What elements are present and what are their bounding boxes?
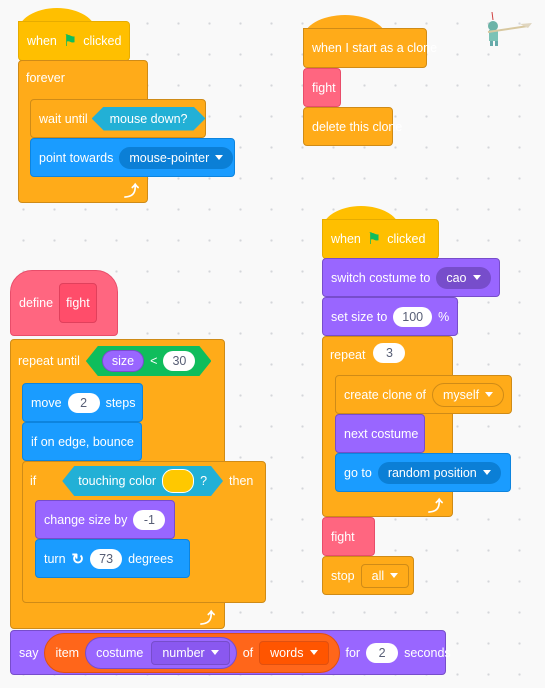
label: myself [443,387,480,402]
label: costume [96,645,144,660]
label: repeat [330,348,366,362]
label: clicked [83,34,122,48]
loop-arrow-icon: ⤴ [124,183,140,200]
label: degrees [128,551,174,566]
size-input[interactable]: 100 [393,306,433,327]
label: switch costume to [331,270,431,285]
turn-block[interactable]: turn ↻ 73 degrees [35,539,190,578]
change-size-block[interactable]: change size by -1 [35,500,175,539]
set-size-block[interactable]: set size to 100 % [322,297,458,336]
say-for-seconds-block[interactable]: say item costume number of words for 2 s… [10,630,451,675]
label: fight [312,80,336,95]
stop-block[interactable]: stop all [322,556,414,595]
label: random position [387,465,477,480]
delete-clone-block[interactable]: delete this clone [303,107,402,146]
label: steps [105,395,136,410]
label: fight [66,296,90,310]
seconds-input[interactable]: 2 [366,642,399,663]
loop-arrow-icon: ⤴ [200,610,216,627]
label: define [19,296,54,310]
label: set size to [331,309,388,324]
label: when I start as a clone [312,41,438,55]
green-flag-icon: ⚑ [62,33,78,50]
go-to-block[interactable]: go to random position [335,453,511,492]
label: repeat until [18,354,80,368]
point-towards-block[interactable]: point towards mouse-pointer [30,138,235,177]
limit-input[interactable]: 30 [163,351,195,371]
forever-label: forever [26,71,65,85]
stop-option-dropdown[interactable]: all [360,563,410,588]
less-than-operator[interactable]: size < 30 [86,346,212,376]
costume-dropdown[interactable]: cao [436,266,491,289]
label: stop [331,568,355,583]
label: seconds [404,645,451,660]
label: number [162,645,205,660]
label: if [30,474,37,488]
label: mouse down? [109,111,188,126]
loop-arrow-icon: ⤴ [428,498,444,515]
label: all [371,568,385,583]
repeat-count-input[interactable]: 3 [373,343,406,363]
label: move [31,395,62,410]
bounce-block[interactable]: if on edge, bounce [22,422,142,461]
when-flag-clicked-block[interactable]: when ⚑ clicked [322,219,439,259]
rotate-clockwise-icon: ↻ [71,550,85,568]
when-start-as-clone-block[interactable]: when I start as a clone [303,28,437,68]
label: wait until [39,111,88,126]
label: touching color [78,474,157,488]
create-clone-block[interactable]: create clone of myself [335,375,512,414]
label: when [27,34,57,48]
label: when [331,232,361,246]
label: then [229,474,254,488]
color-swatch[interactable] [162,469,194,493]
label: ? [200,474,208,488]
point-target-dropdown[interactable]: mouse-pointer [119,146,234,169]
item-of-list-reporter[interactable]: item costume number of words [44,632,340,673]
size-reporter[interactable]: size [102,350,144,372]
define-fight-block[interactable]: define fight [10,270,118,336]
move-steps-block[interactable]: move 2 steps [22,383,143,422]
label: create clone of [344,387,426,402]
label: cao [446,270,467,285]
sprite-character-icon [487,12,532,46]
change-size-input[interactable]: -1 [133,509,166,530]
label: if on edge, bounce [31,434,134,449]
label: < [150,354,158,368]
list-dropdown[interactable]: words [259,640,329,665]
label: item [55,645,80,660]
label: go to [344,465,372,480]
when-flag-clicked-block[interactable]: when ⚑ clicked [18,21,130,61]
costume-number-reporter[interactable]: costume number [85,636,237,669]
label: point towards [39,150,114,165]
next-costume-block[interactable]: next costume [335,414,425,453]
label: delete this clone [312,119,403,134]
switch-costume-block[interactable]: switch costume to cao [322,258,500,297]
label: of [242,645,254,660]
label: change size by [44,512,128,527]
label: clicked [387,232,426,246]
green-flag-icon: ⚑ [366,231,382,248]
label: fight [331,529,355,544]
label: next costume [344,426,419,441]
go-target-dropdown[interactable]: random position [377,461,501,484]
label: words [270,645,304,660]
label: mouse-pointer [129,150,210,165]
costume-attr-dropdown[interactable]: number [151,640,230,665]
turn-degrees-input[interactable]: 73 [90,548,123,569]
fight-prototype[interactable]: fight [59,283,97,323]
fight-call-block[interactable]: fight [322,517,375,556]
touching-color-boolean[interactable]: touching color ? [62,466,223,496]
wait-until-block[interactable]: wait until mouse down? [30,99,206,138]
label: turn [44,551,66,566]
mouse-down-boolean[interactable]: mouse down? [92,107,206,131]
label: say [19,645,39,660]
fight-call-block[interactable]: fight [303,68,341,107]
label: % [438,309,450,324]
clone-target-dropdown[interactable]: myself [432,382,505,407]
steps-input[interactable]: 2 [67,392,100,413]
label: for [345,645,361,660]
